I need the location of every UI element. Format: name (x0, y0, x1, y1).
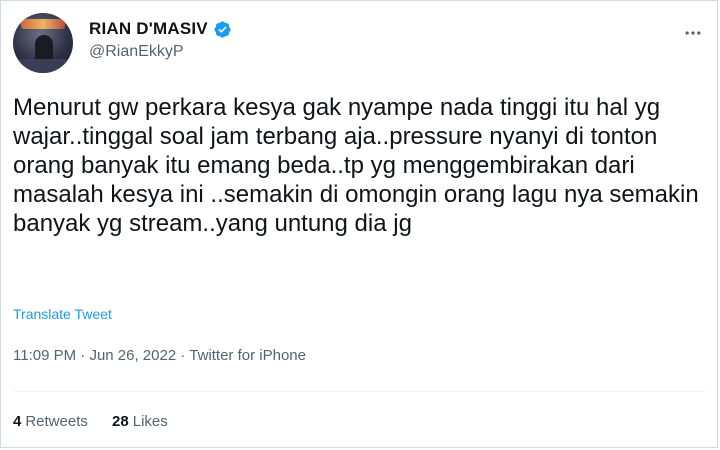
likes-stat[interactable]: 28 Likes (112, 413, 168, 430)
more-horizontal-icon[interactable] (683, 23, 703, 43)
tweet-text: Menurut gw perkara kesya gak nyampe nada… (13, 94, 706, 237)
tweet-meta: 11:09 PM · Jun 26, 2022 · Twitter for iP… (13, 347, 306, 364)
likes-count: 28 (112, 413, 129, 430)
avatar-stage-light (21, 19, 65, 29)
likes-label: Likes (132, 413, 168, 430)
meta-separator: · (176, 347, 190, 364)
tweet-time[interactable]: 11:09 PM (13, 347, 76, 364)
tweet-date[interactable]: Jun 26, 2022 (89, 347, 176, 364)
translate-tweet-link[interactable]: Translate Tweet (13, 306, 112, 322)
meta-separator: · (76, 347, 90, 364)
author-handle[interactable]: @RianEkkyP (89, 43, 232, 61)
author-display-name[interactable]: RIAN D'MASIV (89, 19, 208, 39)
retweets-stat[interactable]: 4 Retweets (13, 413, 88, 430)
tweet-source[interactable]: Twitter for iPhone (189, 347, 306, 364)
tweet-card: RIAN D'MASIV @RianEkkyP Menurut gw perka… (0, 0, 718, 448)
tweet-stats: 4 Retweets 28 Likes (13, 413, 188, 430)
verified-badge-icon (213, 20, 232, 39)
author-info: RIAN D'MASIV @RianEkkyP (89, 19, 232, 61)
avatar-floor (13, 59, 73, 73)
divider (13, 391, 705, 392)
author-name-row: RIAN D'MASIV (89, 19, 232, 39)
retweets-label: Retweets (25, 413, 88, 430)
avatar[interactable] (13, 13, 73, 73)
retweets-count: 4 (13, 413, 22, 430)
tweet-header: RIAN D'MASIV @RianEkkyP (13, 13, 705, 75)
